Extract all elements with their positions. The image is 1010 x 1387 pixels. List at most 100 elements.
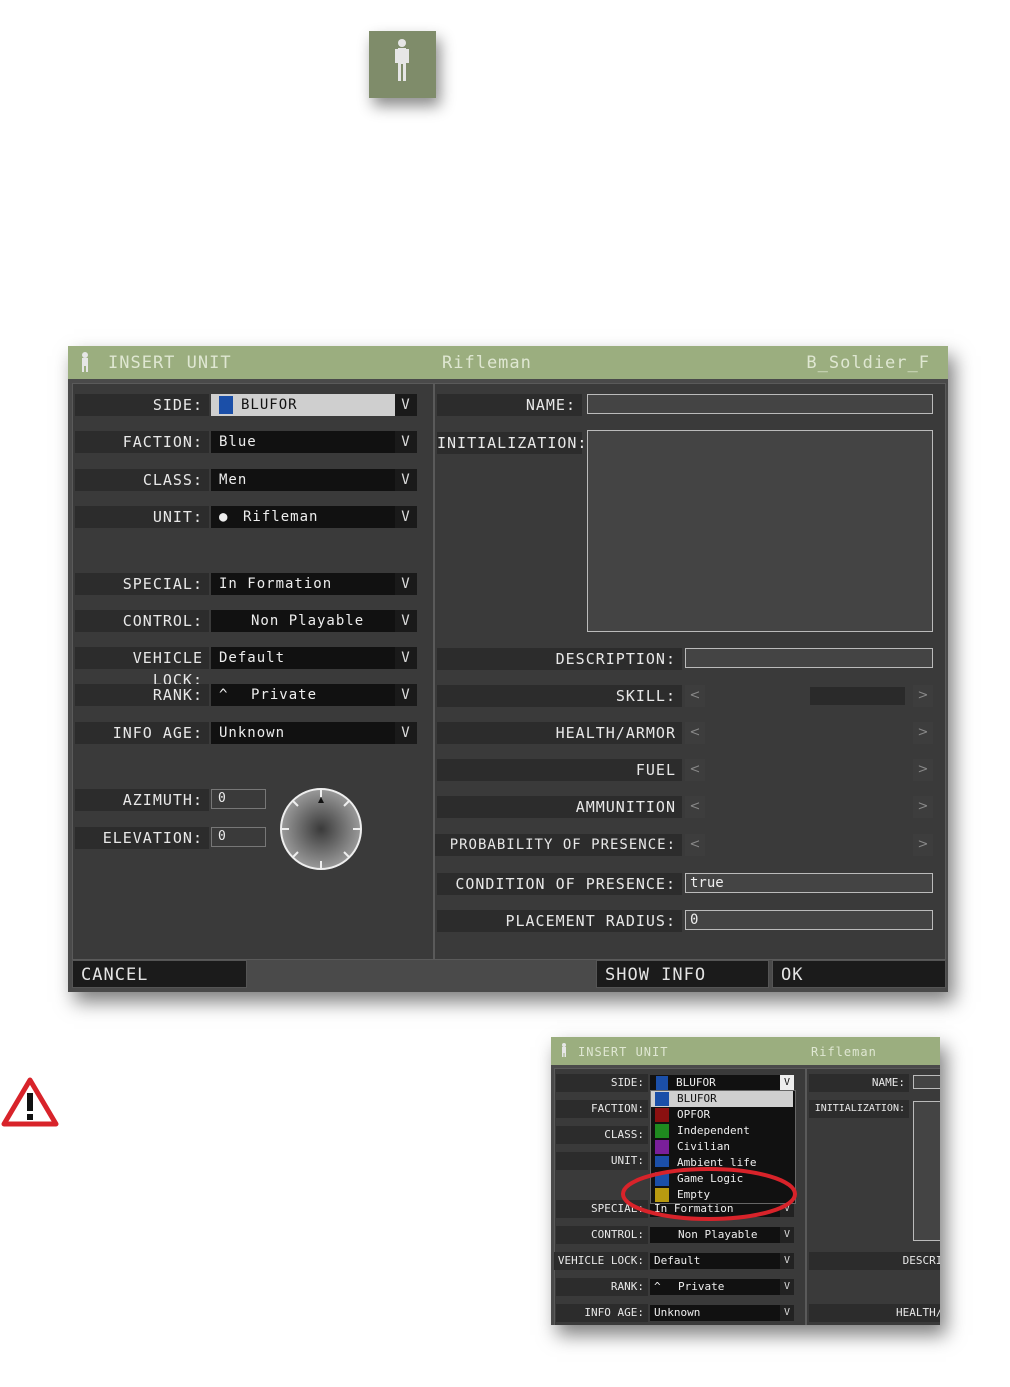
slider-right-icon[interactable]: > bbox=[913, 796, 933, 818]
class-combo[interactable]: Men V bbox=[211, 469, 417, 491]
dropdown-option[interactable]: BLUFOR bbox=[651, 1091, 793, 1107]
info-age-value: Unknown bbox=[219, 725, 286, 741]
shot2-info-age-combo[interactable]: Unknown V bbox=[650, 1305, 794, 1321]
shot2-description-label: DESCRIP bbox=[809, 1252, 940, 1270]
chevron-down-icon[interactable]: V bbox=[395, 610, 417, 632]
shot2-control-combo[interactable]: Non Playable V bbox=[650, 1227, 794, 1243]
condition-input[interactable]: true bbox=[685, 873, 933, 893]
chevron-down-icon[interactable]: V bbox=[780, 1227, 794, 1243]
fuel-label: FUEL bbox=[437, 759, 682, 781]
skill-label: SKILL: bbox=[437, 685, 682, 707]
faction-combo[interactable]: Blue V bbox=[211, 431, 417, 453]
cancel-button[interactable]: CANCEL bbox=[72, 960, 247, 988]
control-value: Non Playable bbox=[251, 613, 365, 629]
slider-left-icon[interactable]: < bbox=[685, 722, 705, 744]
info-age-combo[interactable]: Unknown V bbox=[211, 722, 417, 744]
chevron-down-icon[interactable]: V bbox=[395, 469, 417, 491]
shot2-rank-value: Private bbox=[678, 1280, 725, 1293]
rank-combo[interactable]: ^ Private V bbox=[211, 684, 417, 706]
unit-combo[interactable]: ● Rifleman V bbox=[211, 506, 417, 528]
chevron-down-icon[interactable]: V bbox=[780, 1305, 794, 1321]
chevron-down-icon[interactable]: V bbox=[395, 573, 417, 595]
chevron-down-icon[interactable]: V bbox=[395, 684, 417, 706]
name-label: NAME: bbox=[437, 394, 582, 416]
dropdown-option[interactable]: OPFOR bbox=[651, 1107, 793, 1123]
vehicle-lock-value: Default bbox=[219, 650, 286, 666]
probability-slider[interactable]: < > bbox=[685, 834, 933, 856]
dialog-title: INSERT UNIT bbox=[108, 353, 232, 373]
soldier-icon bbox=[395, 39, 409, 81]
slider-right-icon[interactable]: > bbox=[913, 685, 933, 707]
elevation-input[interactable]: 0 bbox=[211, 827, 266, 847]
shot2-control-label: CONTROL: bbox=[556, 1226, 648, 1244]
side-color-swatch bbox=[656, 1076, 668, 1090]
slider-left-icon[interactable]: < bbox=[685, 834, 705, 856]
chevron-down-icon[interactable]: V bbox=[780, 1279, 794, 1295]
slider-left-icon[interactable]: < bbox=[685, 685, 705, 707]
shot2-side-combo[interactable]: BLUFOR V bbox=[650, 1075, 794, 1091]
side-combo[interactable]: BLUFOR V bbox=[211, 394, 417, 416]
placement-label: PLACEMENT RADIUS: bbox=[437, 910, 682, 932]
special-combo[interactable]: In Formation V bbox=[211, 573, 417, 595]
initialization-label: INITIALIZATION: bbox=[437, 432, 588, 454]
soldier-icon bbox=[559, 1042, 569, 1061]
skill-slider-thumb[interactable] bbox=[810, 687, 905, 705]
vehicle-lock-combo[interactable]: Default V bbox=[211, 647, 417, 669]
azimuth-dial[interactable] bbox=[279, 787, 363, 871]
description-input[interactable] bbox=[685, 648, 933, 668]
placement-input[interactable]: 0 bbox=[685, 910, 933, 930]
slider-left-icon[interactable]: < bbox=[685, 796, 705, 818]
opfor-color-swatch bbox=[655, 1108, 669, 1122]
azimuth-label: AZIMUTH: bbox=[75, 789, 209, 811]
special-label: SPECIAL: bbox=[75, 573, 209, 595]
shot2-unit-name: Rifleman bbox=[811, 1045, 877, 1059]
dropdown-option[interactable]: Independent bbox=[651, 1123, 793, 1139]
name-input[interactable] bbox=[587, 394, 933, 414]
shot2-vehicle-lock-value: Default bbox=[654, 1254, 701, 1267]
shot2-name-input[interactable] bbox=[913, 1075, 940, 1089]
vehicle-lock-label: VEHICLE LOCK: bbox=[75, 647, 209, 689]
slider-right-icon[interactable]: > bbox=[913, 759, 933, 781]
private-rank-icon: ^ bbox=[219, 687, 229, 703]
shot2-vehicle-lock-combo[interactable]: Default V bbox=[650, 1253, 794, 1269]
dropdown-option[interactable]: Civilian bbox=[651, 1139, 793, 1155]
shot2-title: INSERT UNIT bbox=[578, 1045, 669, 1059]
slider-right-icon[interactable]: > bbox=[913, 834, 933, 856]
show-info-button[interactable]: SHOW INFO bbox=[596, 960, 769, 988]
soldier-icon bbox=[78, 351, 92, 378]
chevron-down-icon[interactable]: V bbox=[395, 647, 417, 669]
ok-button[interactable]: OK bbox=[772, 960, 946, 988]
control-combo[interactable]: Non Playable V bbox=[211, 610, 417, 632]
chevron-down-icon[interactable]: V bbox=[395, 431, 417, 453]
azimuth-input[interactable]: 0 bbox=[211, 789, 266, 809]
rank-value: Private bbox=[251, 687, 318, 703]
shot2-rank-combo[interactable]: ^ Private V bbox=[650, 1279, 794, 1295]
warning-icon bbox=[1, 1077, 59, 1127]
faction-label: FACTION: bbox=[75, 431, 209, 453]
ammunition-slider[interactable]: < > bbox=[685, 796, 933, 818]
slider-right-icon[interactable]: > bbox=[913, 722, 933, 744]
shot2-class-label: CLASS: bbox=[556, 1126, 648, 1144]
skill-slider[interactable]: < > bbox=[685, 685, 933, 707]
shot2-faction-label: FACTION: bbox=[556, 1100, 648, 1118]
shot2-initialization-textarea[interactable] bbox=[913, 1101, 940, 1241]
slider-left-icon[interactable]: < bbox=[685, 759, 705, 781]
dialog-class-name: B_Soldier_F bbox=[806, 353, 930, 373]
highlight-ellipse bbox=[621, 1167, 797, 1221]
shot2-vehicle-lock-label: VEHICLE LOCK: bbox=[554, 1252, 648, 1270]
fuel-slider[interactable]: < > bbox=[685, 759, 933, 781]
shot2-side-label: SIDE: bbox=[556, 1074, 648, 1092]
chevron-down-icon[interactable]: V bbox=[395, 506, 417, 528]
chevron-down-icon[interactable]: V bbox=[395, 722, 417, 744]
chevron-down-icon[interactable]: V bbox=[780, 1253, 794, 1269]
chevron-down-icon[interactable]: V bbox=[395, 394, 417, 416]
dialog-unit-name: Rifleman bbox=[442, 353, 532, 373]
side-dropdown-screenshot: INSERT UNIT Rifleman SIDE: BLUFOR V FACT… bbox=[551, 1037, 940, 1325]
initialization-textarea[interactable] bbox=[587, 430, 933, 632]
unit-tile bbox=[369, 31, 436, 98]
description-label: DESCRIPTION: bbox=[437, 648, 682, 670]
chevron-down-icon[interactable]: V bbox=[780, 1075, 794, 1091]
health-slider[interactable]: < > bbox=[685, 722, 933, 744]
unit-label: UNIT: bbox=[75, 506, 209, 528]
rifleman-icon: ● bbox=[219, 509, 229, 525]
